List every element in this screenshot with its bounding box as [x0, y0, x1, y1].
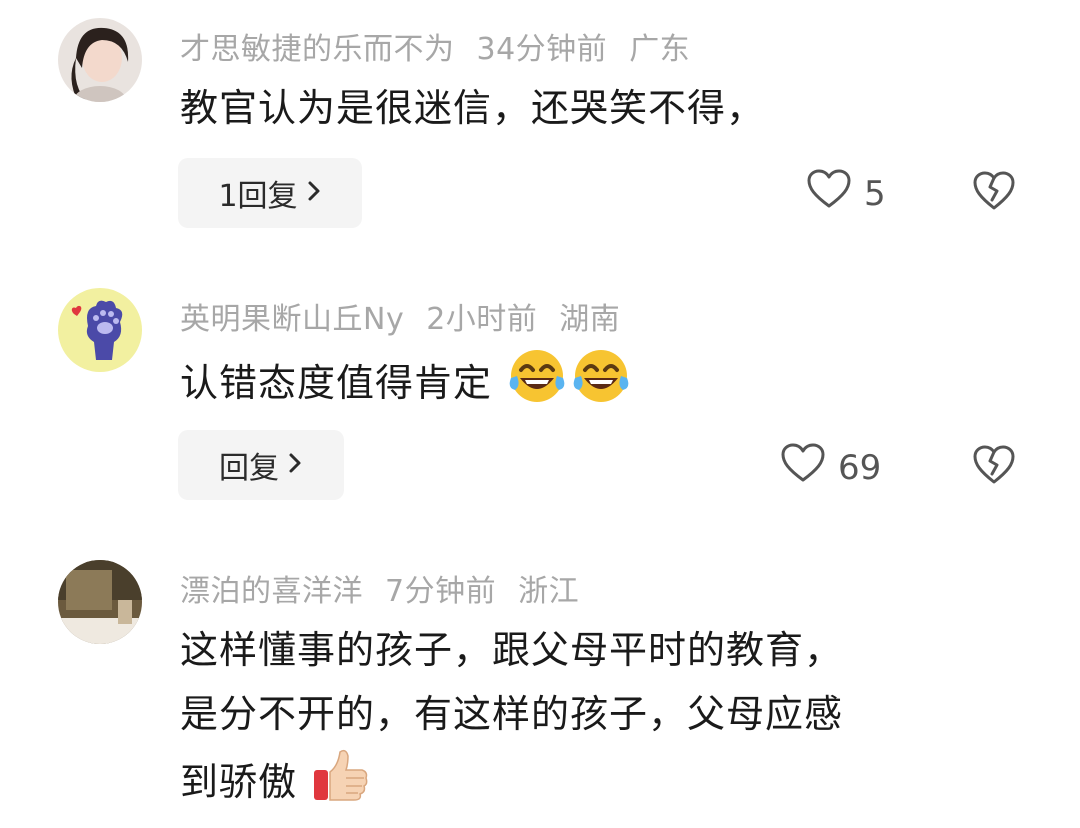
avatar[interactable]	[58, 18, 142, 102]
chevron-right-icon	[287, 448, 303, 483]
reply-button[interactable]: 回复	[178, 430, 344, 500]
like-button[interactable]: 5	[806, 168, 886, 219]
comment-meta: 才思敏捷的乐而不为 34分钟前 广东	[180, 24, 712, 68]
reply-label: 回复	[219, 451, 279, 486]
comment-line: 教官认为是很迷信，还哭笑不得，	[180, 86, 766, 130]
comment-line: 这样懂事的孩子，跟父母平时的教育，	[180, 628, 844, 672]
thumbs-up-emoji	[310, 746, 370, 823]
username[interactable]: 才思敏捷的乐而不为	[180, 32, 455, 67]
timestamp: 2小时前	[426, 302, 538, 337]
location: 湖南	[559, 302, 621, 337]
comment-line: 到骄傲	[180, 746, 843, 823]
chevron-right-icon	[306, 176, 322, 211]
avatar[interactable]	[58, 560, 142, 644]
comment-line: 是分不开的，有这样的孩子，父母应感	[180, 692, 844, 736]
heart-icon	[806, 168, 852, 219]
location: 广东	[629, 32, 691, 67]
comment-text: 教官认为是很迷信，还哭笑不得，	[180, 76, 765, 140]
timestamp: 7分钟前	[385, 574, 497, 609]
like-count: 5	[864, 173, 886, 214]
broken-heart-icon	[972, 171, 1016, 216]
dislike-button[interactable]	[972, 170, 1016, 216]
like-count: 69	[838, 447, 882, 488]
location: 浙江	[518, 574, 580, 609]
like-button[interactable]: 69	[780, 442, 881, 493]
laughing-crying-emoji	[505, 346, 569, 425]
comment-line-text: 到骄傲	[180, 760, 298, 804]
username[interactable]: 英明果断山丘Ny	[180, 302, 404, 337]
reply-label: 1回复	[218, 179, 298, 214]
comment-text: 这样懂事的孩子，跟父母平时的教育， 是分不开的，有这样的孩子，父母应感 到骄傲	[180, 618, 843, 823]
reply-button[interactable]: 1回复	[178, 158, 362, 228]
laughing-crying-emoji	[569, 346, 633, 425]
username[interactable]: 漂泊的喜洋洋	[180, 574, 363, 609]
comment-text: 认错态度值得肯定	[180, 346, 633, 425]
timestamp: 34分钟前	[476, 32, 608, 67]
heart-icon	[780, 442, 826, 493]
broken-heart-icon	[972, 445, 1016, 490]
avatar[interactable]	[58, 288, 142, 372]
comment-line: 认错态度值得肯定	[180, 346, 633, 425]
comment-meta: 英明果断山丘Ny 2小时前 湖南	[180, 294, 642, 338]
comment-meta: 漂泊的喜洋洋 7分钟前 浙江	[180, 566, 601, 610]
dislike-button[interactable]	[972, 444, 1016, 490]
comment-line-text: 认错态度值得肯定	[180, 361, 493, 405]
